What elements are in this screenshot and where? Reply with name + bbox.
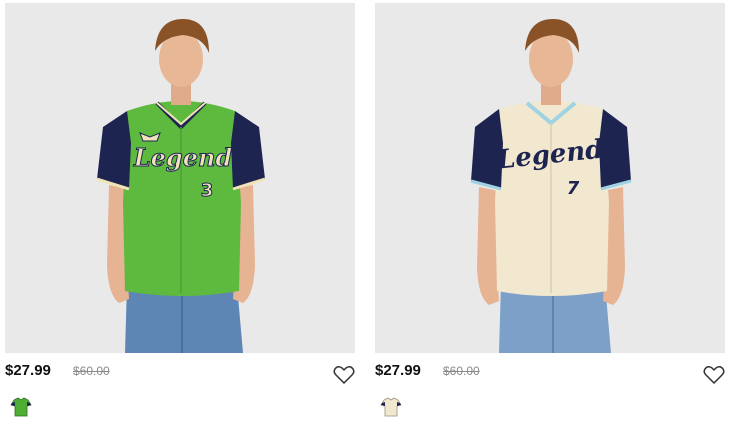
original-price: $60.00 (73, 364, 110, 378)
product-image[interactable]: Legend 7 (375, 3, 725, 353)
price-row: $27.99 $60.00 (5, 353, 355, 391)
jersey-number: 7 (567, 178, 580, 199)
product-grid: Legend 3 $27.99 $60.00 Legend 7 $27.99 $… (0, 0, 732, 427)
jersey-number: 3 (201, 180, 214, 201)
sale-price: $27.99 (5, 362, 51, 379)
price-row: $27.99 $60.00 (375, 353, 725, 391)
model-wearing-cream-jersey: Legend 7 (470, 19, 632, 353)
jersey-wordmark: Legend (133, 143, 233, 172)
product-card: Legend 7 $27.99 $60.00 (375, 3, 725, 427)
heart-outline-icon[interactable] (703, 365, 725, 385)
sale-price: $27.99 (375, 362, 421, 379)
cream-jersey-swatch-icon[interactable] (378, 394, 404, 420)
product-card: Legend 3 $27.99 $60.00 (5, 3, 355, 427)
heart-outline-icon[interactable] (333, 365, 355, 385)
original-price: $60.00 (443, 364, 480, 378)
model-wearing-green-jersey: Legend 3 (96, 19, 266, 353)
green-jersey-swatch-icon[interactable] (8, 394, 34, 420)
product-image[interactable]: Legend 3 (5, 3, 355, 353)
